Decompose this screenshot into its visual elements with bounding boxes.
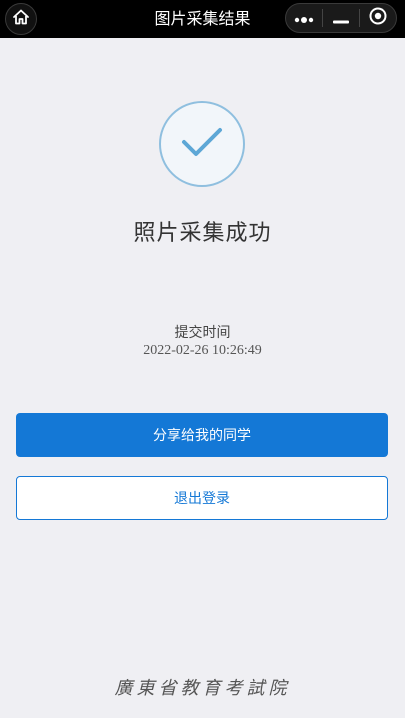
- navigation-bar: 图片采集结果: [0, 0, 405, 38]
- minimize-button[interactable]: [323, 4, 359, 32]
- minimize-icon: [333, 9, 349, 28]
- logout-button[interactable]: 退出登录: [16, 476, 388, 520]
- more-dots-icon: [293, 9, 315, 28]
- close-button[interactable]: [360, 4, 396, 32]
- mini-program-capsule: [285, 3, 397, 33]
- more-menu-button[interactable]: [286, 4, 322, 32]
- target-circle-icon: [369, 7, 387, 29]
- check-icon: [180, 125, 224, 163]
- share-button[interactable]: 分享给我的同学: [16, 413, 388, 457]
- organization-logo: 廣東省教育考試院: [114, 678, 291, 699]
- success-indicator: [159, 101, 245, 187]
- submit-time-value: 2022-02-26 10:26:49: [143, 343, 262, 358]
- submit-time-label: 提交时间: [174, 325, 231, 341]
- success-message: 照片采集成功: [133, 221, 272, 246]
